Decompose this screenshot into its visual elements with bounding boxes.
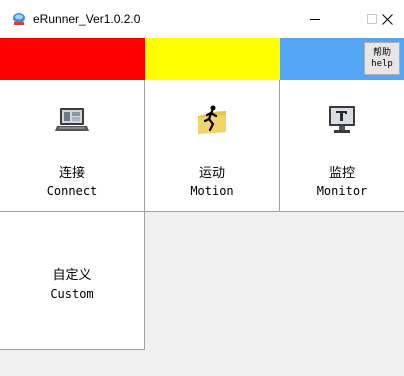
close-icon <box>382 13 393 25</box>
monitor-icon <box>329 106 355 133</box>
running-man-icon <box>198 105 226 134</box>
connect-tile[interactable]: 连接 Connect <box>0 80 145 212</box>
custom-label-en: Custom <box>50 287 94 301</box>
monitor-label-en: Monitor <box>316 184 368 198</box>
erunner-logo-icon <box>13 13 25 25</box>
custom-tile[interactable]: 自定义 Custom <box>0 212 145 350</box>
connect-label-en: Connect <box>46 184 98 198</box>
motion-tile[interactable]: 运动 Motion <box>145 80 280 212</box>
help-label-en: help <box>371 58 393 69</box>
connect-label-cn: 连接 <box>58 166 85 181</box>
motion-label-cn: 运动 <box>198 166 225 181</box>
close-button[interactable] <box>371 0 404 38</box>
motion-label-en: Motion <box>190 184 234 198</box>
help-label-cn: 帮助 <box>372 47 391 58</box>
minimize-button[interactable] <box>293 0 337 38</box>
custom-label-cn: 自定义 <box>52 268 92 283</box>
connection-status-indicator <box>0 38 145 80</box>
monitor-label-cn: 监控 <box>328 166 355 181</box>
minimize-icon <box>310 18 320 20</box>
window-title: eRunner_Ver1.0.2.0 <box>33 12 141 26</box>
title-bar: eRunner_Ver1.0.2.0 <box>0 0 404 38</box>
laptop-icon <box>55 108 89 131</box>
monitor-tile[interactable]: 监控 Monitor <box>280 80 404 212</box>
motion-status-indicator <box>145 38 280 80</box>
help-button[interactable]: 帮助 help <box>364 42 400 75</box>
